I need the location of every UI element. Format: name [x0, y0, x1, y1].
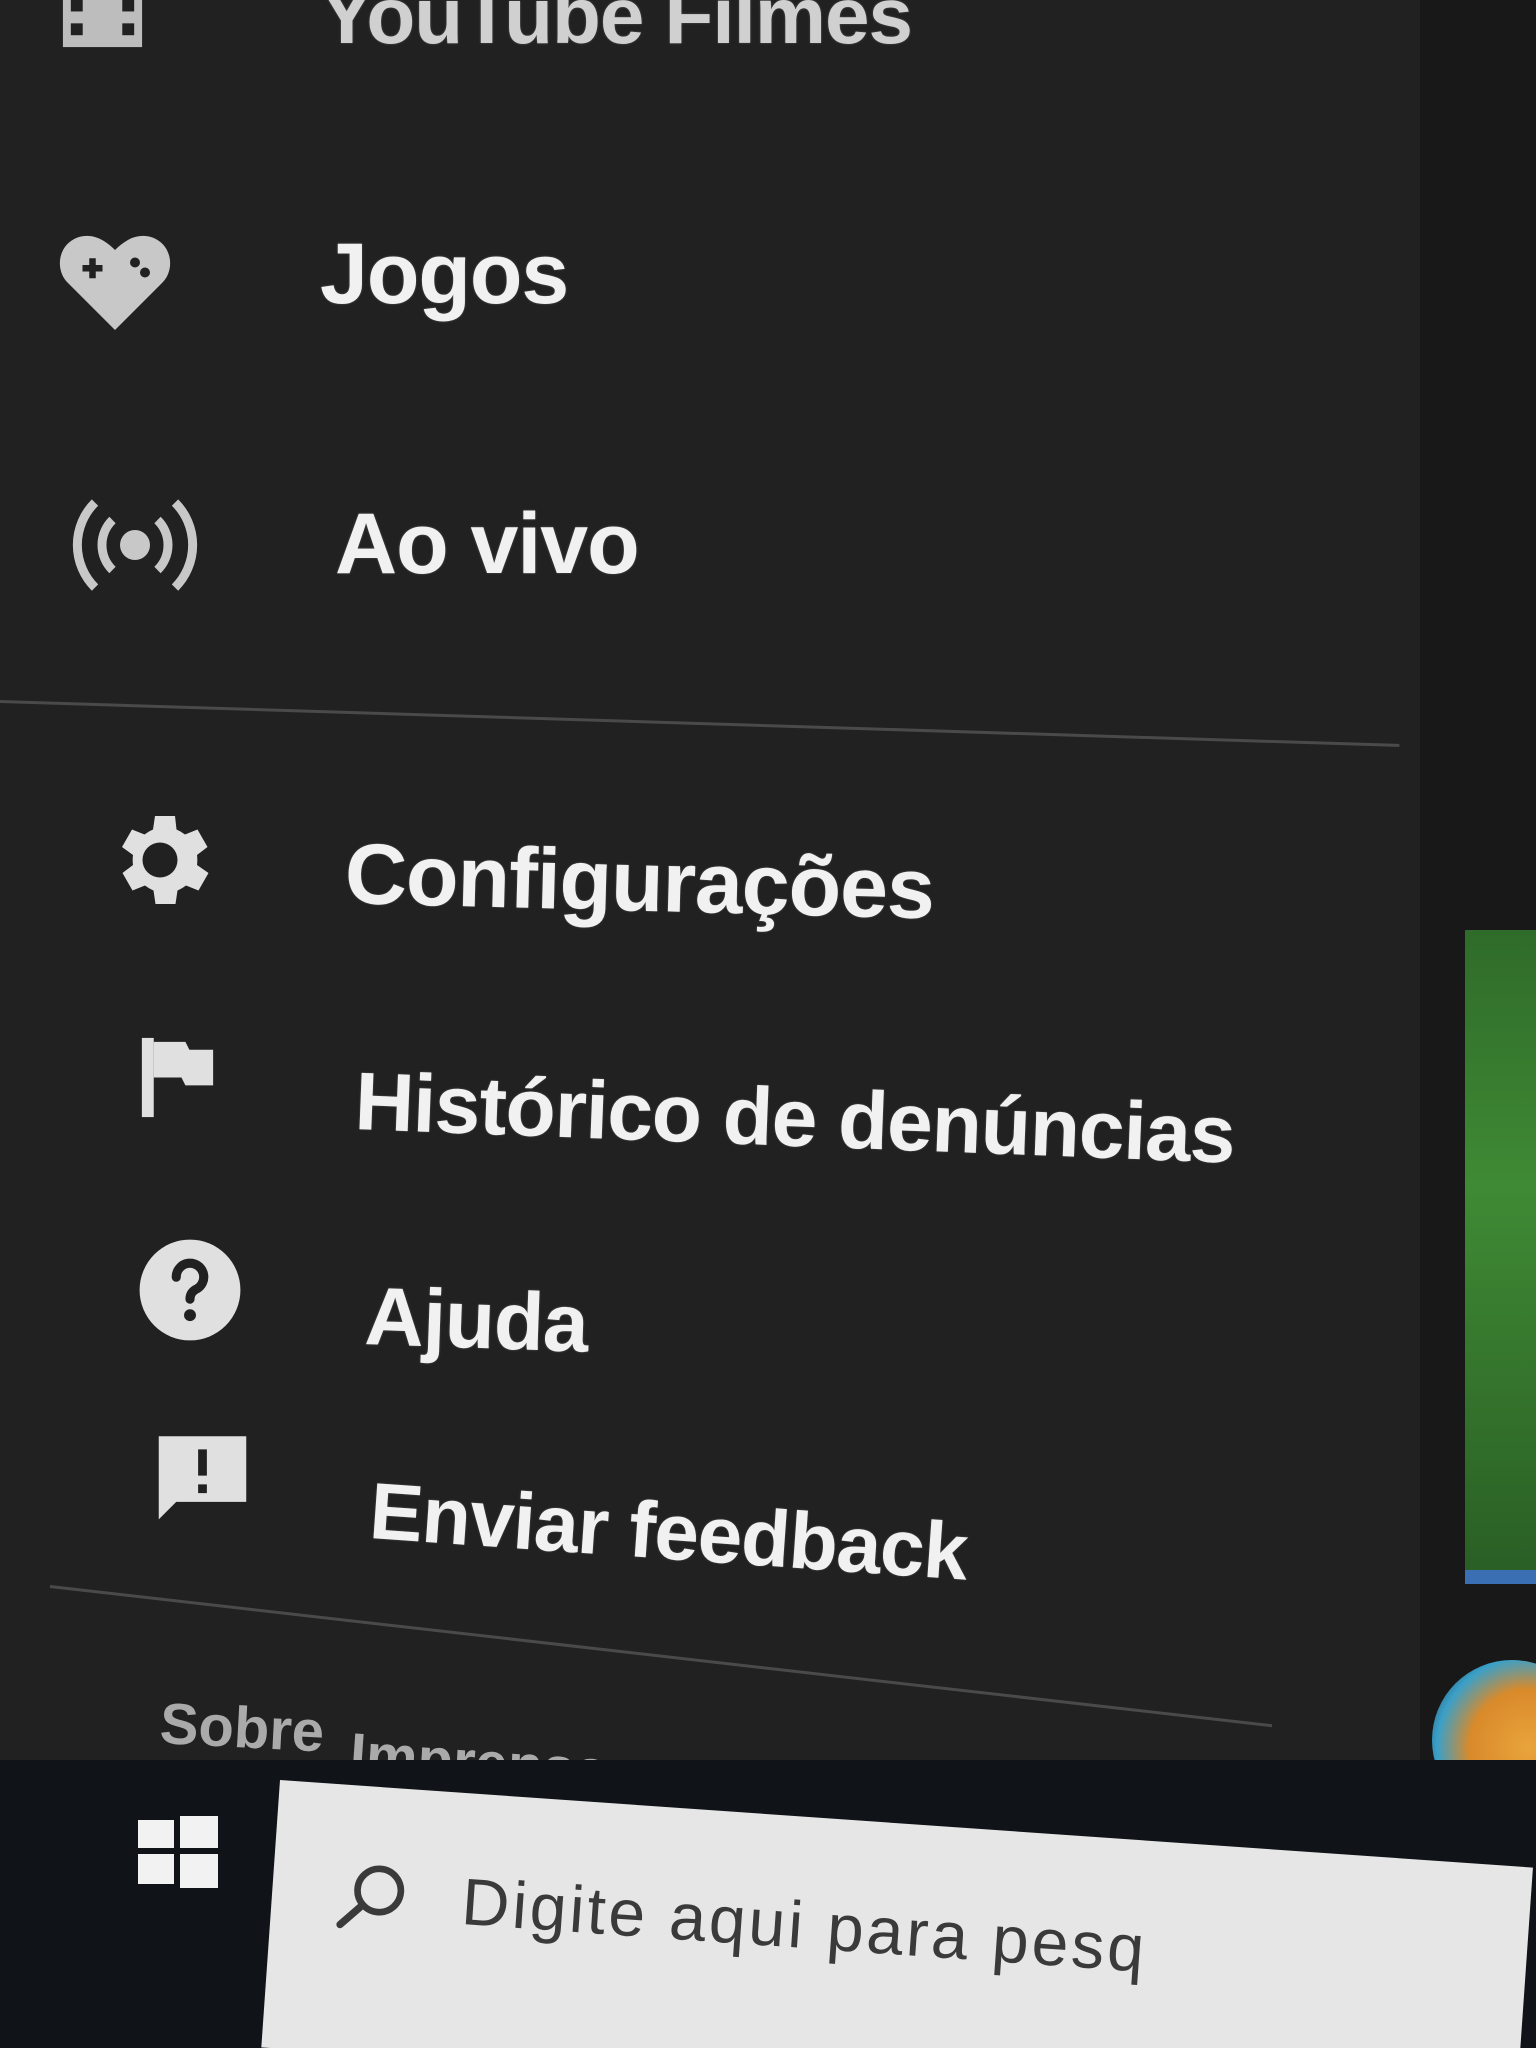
- gear-icon: [100, 800, 220, 920]
- sidebar-item-enviar-feedback[interactable]: Enviar feedback: [0, 1420, 1420, 1597]
- live-broadcast-icon: [70, 490, 200, 600]
- sidebar-item-ao-vivo[interactable]: Ao vivo: [0, 470, 1420, 630]
- search-placeholder: Digite aqui para pesq: [459, 1864, 1150, 1986]
- sidebar-item-ajuda[interactable]: Ajuda: [0, 1230, 1420, 1390]
- youtube-sidebar: YouTube Filmes Jogos Ao vivo Configuraçõ…: [0, 0, 1420, 1804]
- sidebar-item-label: Ao vivo: [335, 496, 640, 592]
- gamepad-heart-icon: [55, 225, 175, 335]
- video-thumbnail[interactable]: [1465, 930, 1536, 1584]
- sidebar-item-label: YouTube Filmes: [320, 0, 913, 60]
- sidebar-item-label: Ajuda: [363, 1271, 590, 1370]
- screen: YouTube Filmes Jogos Ao vivo Configuraçõ…: [0, 0, 1536, 2048]
- sidebar-item-label: Jogos: [320, 226, 569, 322]
- sidebar-item-historico-de-denuncias[interactable]: Histórico de denúncias: [0, 1030, 1420, 1190]
- footer-link-sobre[interactable]: Sobre: [158, 1690, 326, 1766]
- search-icon: [329, 1854, 414, 1939]
- windows-logo-icon[interactable]: [130, 1800, 220, 1890]
- feedback-icon: [150, 1425, 255, 1535]
- sidebar-item-label: Configurações: [343, 826, 936, 938]
- flag-icon: [130, 1030, 225, 1125]
- sidebar-item-jogos[interactable]: Jogos: [0, 200, 1420, 360]
- sidebar-item-label: Enviar feedback: [366, 1466, 971, 1597]
- sidebar-divider: [0, 700, 1400, 747]
- sidebar-item-label: Histórico de denúncias: [353, 1056, 1237, 1181]
- sidebar-item-youtube-filmes[interactable]: YouTube Filmes: [0, 0, 1420, 60]
- help-circle-icon: [135, 1235, 245, 1345]
- film-icon: [55, 0, 150, 55]
- sidebar-item-configuracoes[interactable]: Configurações: [0, 800, 1420, 960]
